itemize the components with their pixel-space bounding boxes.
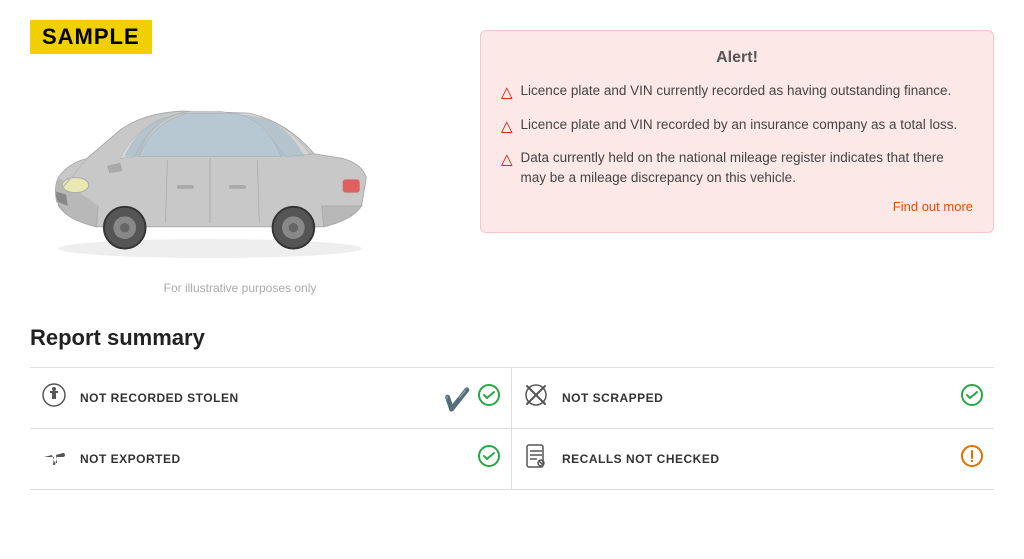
alert-box: Alert! △ Licence plate and VIN currently… <box>480 30 994 233</box>
stolen-status-icon: ✔️ <box>443 383 501 413</box>
report-summary-title: Report summary <box>30 325 994 351</box>
warning-icon-2: △ <box>501 116 513 139</box>
warning-icon-3: △ <box>501 149 513 172</box>
find-out-more-link[interactable]: Find out more <box>501 199 973 214</box>
summary-row-scrapped: NOT SCRAPPED <box>512 368 994 429</box>
car-image <box>30 68 390 268</box>
stolen-label: NOT RECORDED STOLEN <box>80 391 431 405</box>
alert-item-2: △ Licence plate and VIN recorded by an i… <box>501 115 973 139</box>
alert-title: Alert! <box>501 49 973 67</box>
warning-icon-1: △ <box>501 82 513 105</box>
recalls-icon <box>522 443 550 475</box>
recalls-status-icon <box>960 444 984 474</box>
alert-text-1: Licence plate and VIN currently recorded… <box>521 81 952 101</box>
exported-status-icon <box>477 444 501 474</box>
summary-row-recalls: RECALLS NOT CHECKED <box>512 429 994 490</box>
police-icon <box>40 382 68 414</box>
sample-badge: SAMPLE <box>30 20 450 64</box>
alert-item-3: △ Data currently held on the national mi… <box>501 148 973 189</box>
summary-row-stolen: NOT RECORDED STOLEN ✔️ <box>30 368 512 429</box>
alert-text-3: Data currently held on the national mile… <box>521 148 973 189</box>
summary-row-exported: NOT EXPORTED <box>30 429 512 490</box>
car-image-container <box>30 68 450 273</box>
summary-grid: NOT RECORDED STOLEN ✔️ NOT SCRAPPED <box>30 367 994 490</box>
exported-label: NOT EXPORTED <box>80 452 465 466</box>
report-summary: Report summary NOT RECORDED STOLEN ✔️ <box>0 315 1024 510</box>
top-section: SAMPLE <box>0 0 1024 315</box>
scrapped-icon <box>522 382 550 414</box>
car-side: SAMPLE <box>30 20 450 295</box>
alert-text-2: Licence plate and VIN recorded by an ins… <box>521 115 958 135</box>
exported-icon <box>40 443 68 475</box>
scrapped-status-icon <box>960 383 984 413</box>
illustrative-note: For illustrative purposes only <box>30 281 450 295</box>
scrapped-label: NOT SCRAPPED <box>562 391 948 405</box>
alert-item-1: △ Licence plate and VIN currently record… <box>501 81 973 105</box>
recalls-label: RECALLS NOT CHECKED <box>562 452 948 466</box>
